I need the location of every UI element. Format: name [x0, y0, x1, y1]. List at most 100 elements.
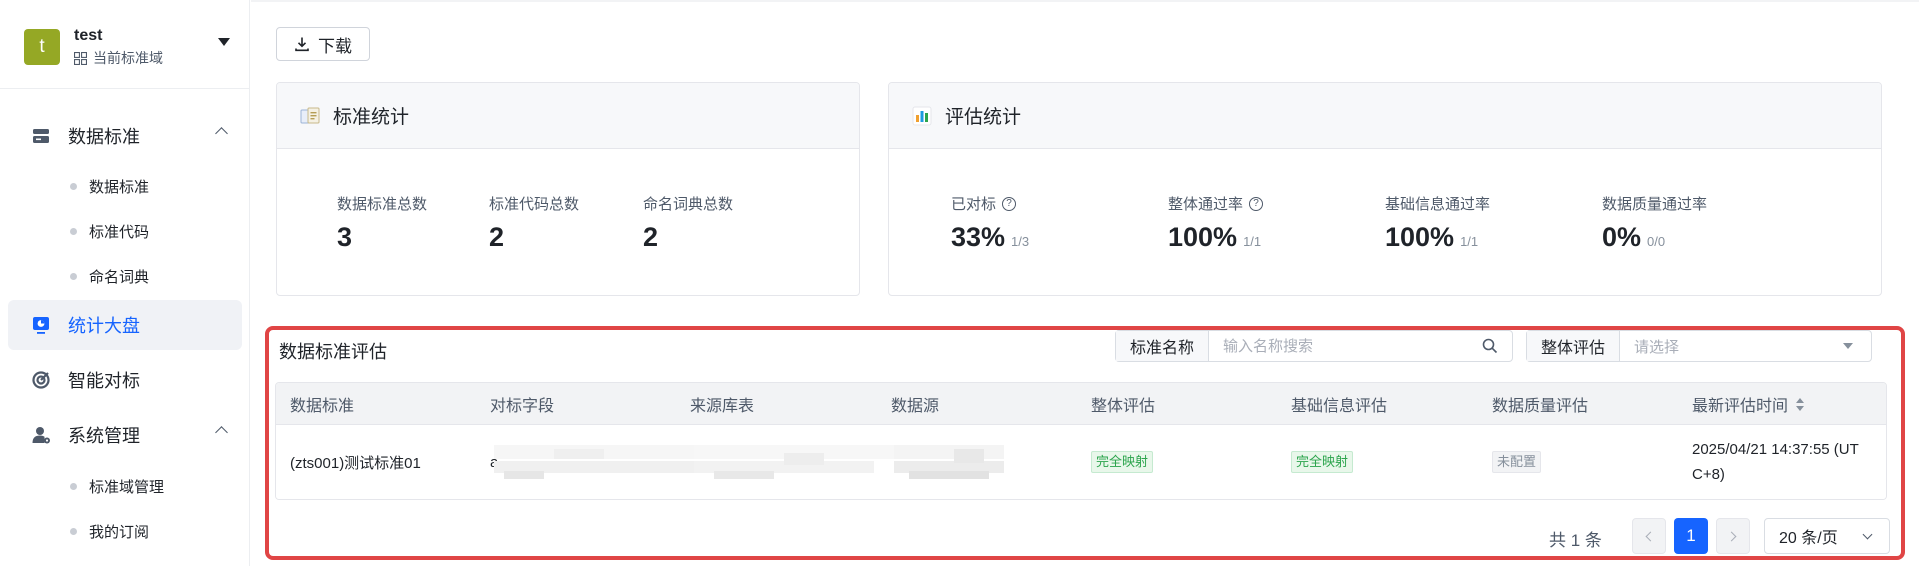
chevron-left-icon: [1645, 531, 1656, 541]
stat-basic-info-pass-rate: 基础信息通过率 100% 1/1: [1385, 193, 1490, 253]
stat-percent: 100%: [1168, 222, 1238, 252]
menu-system-label: 系统管理: [68, 426, 140, 446]
caret-down-icon: [1843, 343, 1853, 349]
stat-label: 标准代码总数: [489, 196, 580, 213]
stat-percent: 100%: [1385, 222, 1455, 252]
page-size-label: 20 条/页: [1779, 530, 1838, 547]
column-header: 来源库表: [690, 398, 755, 415]
stat-fraction: 1/3: [1011, 234, 1030, 249]
stat-value: 100% 1/1: [1168, 222, 1263, 253]
sidebar: t test 当前标准域 数据标准 数据标准 标准代码 命名词典 统计大盘 智能…: [0, 0, 250, 566]
column-header-sortable[interactable]: 最新评估时间: [1692, 383, 1805, 425]
menu-dashboard[interactable]: 统计大盘: [8, 300, 242, 350]
download-label: 下载: [318, 36, 352, 56]
overall-filter: 整体评估 请选择: [1526, 330, 1872, 362]
menu-item-data-standard[interactable]: 数据标准: [70, 176, 149, 197]
database-icon: [30, 125, 52, 147]
menu-smart-mapping-label: 智能对标: [68, 371, 140, 391]
stat-label: 基础信息通过率: [1385, 193, 1490, 214]
redacted-field: [494, 445, 724, 479]
stat-label-text: 基础信息通过率: [1385, 196, 1491, 213]
status-badge: 未配置: [1492, 451, 1542, 473]
stat-percent: 33%: [951, 222, 1006, 252]
search-input[interactable]: [1223, 337, 1498, 355]
cell-basic: 完全映射: [1291, 425, 1354, 499]
stat-fraction: 1/1: [1243, 234, 1262, 249]
divider: [251, 0, 1919, 2]
download-button[interactable]: 下载: [276, 27, 370, 61]
column-header-text: 最新评估时间: [1692, 398, 1789, 415]
overall-select-placeholder: 请选择: [1634, 338, 1680, 356]
stat-value: 100% 1/1: [1385, 222, 1490, 253]
user-settings-icon: [30, 424, 52, 446]
name-filter: 标准名称: [1115, 330, 1513, 362]
table-row[interactable]: (zts001)测试标准01 a 完全映射 完全映射: [276, 425, 1886, 499]
stat-overall-pass-rate: 整体通过率 ? 100% 1/1: [1168, 193, 1264, 253]
bar-chart-icon: [911, 105, 933, 127]
column-header: 对标字段: [490, 398, 555, 415]
stat-label-text: 整体通过率: [1168, 196, 1244, 213]
name-filter-field: [1209, 331, 1512, 361]
table-header: 数据标准 对标字段 来源库表 数据源 整体评估 基础信息评估 数据质量评估 最新…: [276, 383, 1886, 425]
page-button-current[interactable]: 1: [1674, 518, 1708, 554]
stat-value: 3: [337, 222, 353, 252]
help-icon[interactable]: ?: [1249, 196, 1264, 211]
menu-item-naming-dictionary[interactable]: 命名词典: [70, 266, 149, 287]
menu-item-standard-code[interactable]: 标准代码: [70, 221, 149, 242]
stat-label-text: 已对标: [951, 196, 997, 213]
stat-label: 数据标准总数: [337, 196, 428, 213]
domain-name: test: [74, 27, 103, 44]
pagination-total: 共 1 条: [1549, 531, 1602, 550]
menu-smart-mapping[interactable]: 智能对标: [8, 355, 242, 405]
chevron-up-icon[interactable]: [215, 127, 228, 140]
stat-label: 整体通过率 ?: [1168, 193, 1264, 214]
page-size-select[interactable]: 20 条/页: [1764, 518, 1890, 554]
stat-label: 命名词典总数: [643, 196, 734, 213]
name-filter-label: 标准名称: [1116, 331, 1210, 361]
search-icon[interactable]: [1482, 338, 1498, 354]
column-header: 整体评估: [1091, 398, 1156, 415]
avatar: t: [24, 29, 60, 65]
stat-value: 2: [643, 222, 659, 252]
overall-select[interactable]: 请选择: [1620, 331, 1871, 361]
menu-data-standard-label: 数据标准: [68, 127, 140, 147]
eval-stats-card: 评估统计 已对标 ? 33% 1/3 整体通过率 ? 100% 1/1 基础信息通过…: [888, 82, 1882, 296]
document-stats-icon: [299, 105, 321, 127]
chevron-up-icon[interactable]: [215, 426, 228, 439]
next-page-button[interactable]: [1716, 518, 1750, 554]
dashboard-icon: [30, 314, 52, 336]
stat-value: 2: [489, 222, 505, 252]
sort-icon[interactable]: [1796, 397, 1805, 411]
caret-down-icon[interactable]: [218, 38, 230, 46]
domain-subtitle-text: 当前标准域: [93, 50, 163, 66]
grid-icon: [74, 51, 87, 65]
prev-page-button[interactable]: [1632, 518, 1666, 554]
divider: [0, 88, 250, 89]
stat-codes-total: 标准代码总数 2: [489, 193, 579, 253]
stat-value: 33% 1/3: [951, 222, 1029, 253]
status-badge: 完全映射: [1291, 451, 1354, 473]
stat-label-text: 数据质量通过率: [1602, 196, 1708, 213]
target-icon: [30, 369, 52, 391]
menu-item-domain-management[interactable]: 标准域管理: [70, 476, 164, 497]
stat-label: 数据质量通过率: [1602, 193, 1707, 214]
download-icon: [295, 37, 309, 52]
domain-selector[interactable]: t test 当前标准域: [24, 26, 234, 66]
help-icon[interactable]: ?: [1002, 196, 1017, 211]
standard-stats-title: 标准统计: [333, 107, 410, 128]
column-header: 数据质量评估: [1492, 398, 1589, 415]
eval-stats-title: 评估统计: [945, 107, 1022, 128]
cell-time: 2025/04/21 14:37:55 (UTC+8): [1692, 441, 1859, 483]
menu-dashboard-label: 统计大盘: [68, 316, 140, 336]
column-header: 基础信息评估: [1291, 398, 1388, 415]
stat-label: 已对标 ?: [951, 193, 1029, 214]
main-content: 下载 标准统计 数据标准总数 3 标准代码总数 2 命名词典总数 2 评估统计: [251, 0, 1919, 566]
stat-dictionary-total: 命名词典总数 2: [643, 193, 733, 253]
menu-item-my-subscriptions[interactable]: 我的订阅: [70, 521, 149, 542]
menu-system[interactable]: 系统管理: [8, 410, 242, 460]
menu-data-standard[interactable]: 数据标准: [8, 111, 242, 161]
cell-standard: (zts001)测试标准01: [290, 454, 421, 472]
standard-stats-card: 标准统计 数据标准总数 3 标准代码总数 2 命名词典总数 2: [276, 82, 860, 296]
column-header: 数据源: [891, 398, 940, 415]
stat-mapped: 已对标 ? 33% 1/3: [951, 193, 1029, 253]
